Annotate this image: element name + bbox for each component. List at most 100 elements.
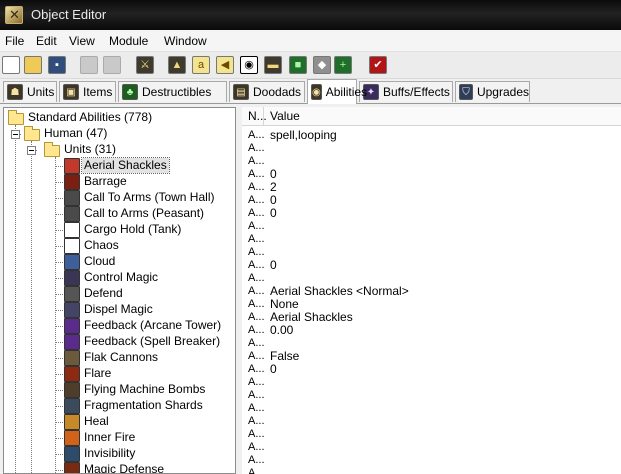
table-row[interactable]: A... [242,415,621,428]
tree-item[interactable]: Heal [82,414,111,429]
table-row[interactable]: A... [242,428,621,441]
field-value-cell[interactable]: 0 [270,363,277,376]
table-row[interactable]: A... [242,441,621,454]
table-row[interactable]: A... 0 [242,168,621,181]
table-row[interactable]: A... 0 [242,194,621,207]
tree-item[interactable]: Invisibility [82,446,137,461]
tree-group-human[interactable]: Human (47) [42,126,109,141]
tree-item[interactable]: Magic Defense [82,462,166,473]
terrain-editor-icon[interactable]: ▲ [168,56,186,74]
value-column-header[interactable]: Value [264,107,621,126]
tree-item[interactable]: Aerial Shackles [81,157,170,174]
table-row[interactable]: A... spell,looping [242,129,621,142]
name-column-header[interactable]: N... [242,107,267,126]
table-row[interactable]: A... 2 [242,181,621,194]
tree-item[interactable]: Flak Cannons [82,350,160,365]
tree-root-standard-abilities[interactable]: Standard Abilities (778) [26,110,154,125]
table-row[interactable]: A... [242,233,621,246]
field-name-cell: A... [248,324,265,336]
table-row[interactable]: A... 0 [242,363,621,376]
field-value-cell[interactable]: spell,looping [270,129,337,142]
tree-item[interactable]: Dispel Magic [82,302,155,317]
menu-file[interactable]: File [5,34,24,48]
field-name-cell: A... [248,311,265,323]
table-row[interactable]: A... [242,376,621,389]
collapse-units-expander[interactable] [27,146,36,155]
table-row[interactable]: A... [242,454,621,467]
field-name-cell: A... [248,298,265,310]
table-row[interactable]: A... [242,389,621,402]
paste-icon[interactable] [103,56,121,74]
tree-item[interactable]: Feedback (Arcane Tower) [82,318,223,333]
menu-bar: File Edit View Module Window [0,30,621,52]
tab-bar: ☗ Units ▣ Items ♣ Destructibles ▤ Doodads ◉ Abili… [0,79,621,104]
field-value-cell[interactable]: 0 [270,207,277,220]
open-folder-icon[interactable] [24,56,42,74]
table-row[interactable]: A... 0 [242,207,621,220]
tree-item[interactable]: Flying Machine Bombs [82,382,207,397]
app-icon[interactable] [5,6,23,24]
trigger-editor-icon[interactable]: a [192,56,210,74]
tree-item[interactable]: Barrage [82,174,129,189]
tab-items[interactable]: ▣ Items [59,81,116,102]
abilities-tab-icon: ◉ [311,84,322,100]
tree-item[interactable]: Cloud [82,254,117,269]
table-row[interactable]: A... [242,142,621,155]
field-value-cell[interactable]: 0 [270,259,277,272]
tab-buffs-effects[interactable]: ✦ Buffs/Effects [359,81,453,102]
folder-open-icon [44,142,60,157]
menu-view[interactable]: View [69,34,95,48]
object-tree[interactable]: Standard Abilities (778) Human (47) Unit… [3,107,236,474]
table-row[interactable]: A... 0.00 [242,324,621,337]
campaign-editor-icon[interactable]: ▬ [264,56,282,74]
tree-item[interactable]: Flare [82,366,113,381]
toolbar: ▪ ⚔ ▲ a ◀ ◉ ▬ ■ ◆ + ✔ [0,52,621,79]
import-manager-icon[interactable]: ◆ [313,56,331,74]
tree-item[interactable]: Defend [82,286,125,301]
tree-item[interactable]: Fragmentation Shards [82,398,205,413]
collapse-human-expander[interactable] [11,130,20,139]
tab-destructibles[interactable]: ♣ Destructibles [118,81,227,102]
aerial-shackles-icon [64,158,80,174]
sound-editor-icon[interactable]: ◀ [216,56,234,74]
table-row[interactable]: A... [242,402,621,415]
tab-units[interactable]: ☗ Units [3,81,57,102]
import-add-icon[interactable]: + [334,56,352,74]
dispel-magic-icon [64,302,80,318]
tab-abilities[interactable]: ◉ Abilities [307,79,367,104]
field-name-cell: A... [248,285,265,297]
save-disk-icon[interactable]: ▪ [48,56,66,74]
table-row[interactable]: A... Aerial Shackles [242,311,621,324]
table-row[interactable]: A... 0 [242,259,621,272]
test-map-icon[interactable]: ✔ [369,56,387,74]
property-value-grid[interactable]: N... Value A... spell,looping A... A... A...… [242,107,621,474]
table-row[interactable]: A... [242,246,621,259]
tab-upgrades[interactable]: ⛉ Upgrades [455,81,530,102]
table-row[interactable]: A... [242,220,621,233]
object-editor-icon[interactable]: ◉ [240,56,258,74]
ai-editor-icon[interactable]: ■ [289,56,307,74]
table-row[interactable]: A... [242,155,621,168]
menu-edit[interactable]: Edit [36,34,57,48]
tree-item[interactable]: Call To Arms (Town Hall) [82,190,216,205]
menu-window[interactable]: Window [164,34,207,48]
tree-item[interactable]: Control Magic [82,270,160,285]
tree-item[interactable]: Cargo Hold (Tank) [82,222,183,237]
tree-subgroup-units[interactable]: Units (31) [62,142,118,157]
tree-item[interactable]: Call to Arms (Peasant) [82,206,206,221]
tree-item[interactable]: Chaos [82,238,121,253]
field-name-cell: A... [248,194,265,206]
field-value-cell[interactable]: 0.00 [270,324,293,337]
field-name-cell: A... [248,259,265,271]
field-name-cell: A... [248,402,265,414]
tree-item[interactable]: Inner Fire [82,430,137,445]
menu-module[interactable]: Module [109,34,148,48]
tab-doodads[interactable]: ▤ Doodads [229,81,305,102]
tree-item[interactable]: Feedback (Spell Breaker) [82,334,222,349]
table-row[interactable]: A... False [242,350,621,363]
new-document-icon[interactable] [2,56,20,74]
copy-icon[interactable] [80,56,98,74]
doodads-tab-icon: ▤ [233,84,249,100]
table-row[interactable]: A... [242,467,621,474]
module-unit-icon[interactable]: ⚔ [136,56,154,74]
